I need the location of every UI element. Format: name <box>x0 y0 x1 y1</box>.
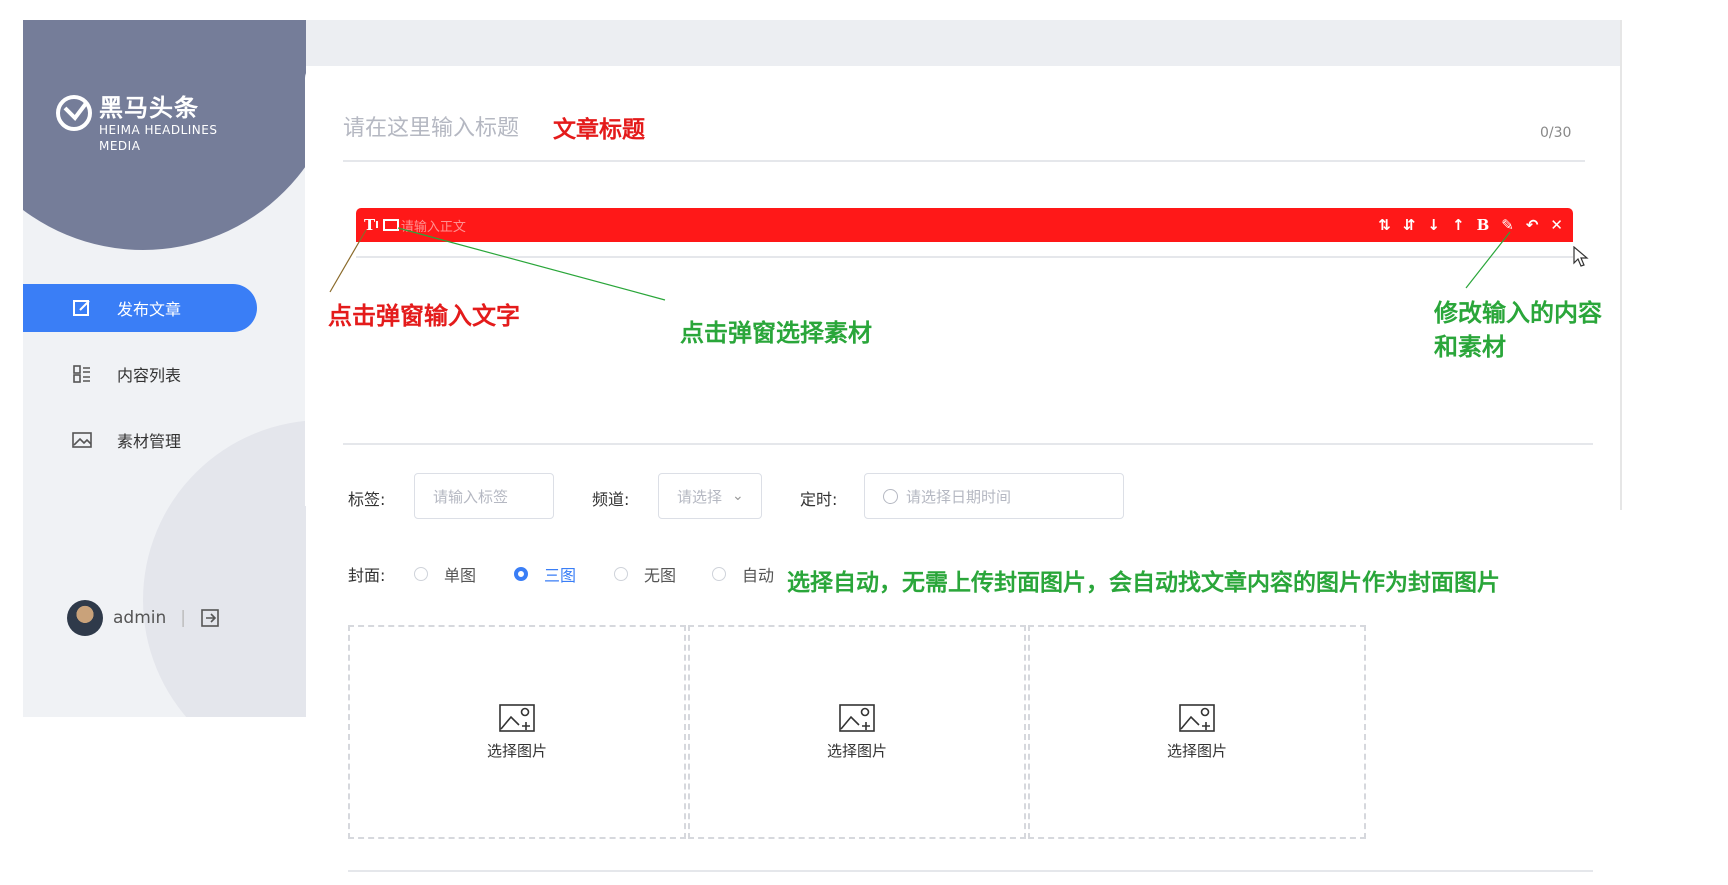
annotation-edit-line2: 和素材 <box>1434 332 1506 361</box>
sidebar-item-label: 素材管理 <box>117 432 182 451</box>
title-input[interactable]: 请在这里输入标题 <box>343 110 519 142</box>
logo-icon <box>56 95 92 131</box>
logout-icon[interactable] <box>200 608 220 628</box>
cover-radio-three[interactable]: 三图 <box>514 562 576 586</box>
close-icon[interactable]: ✕ <box>1550 216 1563 234</box>
tag-input[interactable]: 请输入标签 <box>414 473 554 519</box>
edit-icon[interactable]: ✎ <box>1501 216 1514 234</box>
sort-desc-icon[interactable]: ⇵ <box>1403 216 1416 234</box>
cover-radio-none[interactable]: 无图 <box>614 562 676 586</box>
divider <box>343 160 1585 162</box>
editor-placeholder[interactable]: 请输入正文 <box>401 216 466 235</box>
logo-subtitle: HEIMA HEADLINES <box>99 123 218 137</box>
logo-subtitle-2: MEDIA <box>99 139 141 153</box>
card-border <box>1620 20 1622 510</box>
title-char-count: 0/30 <box>1540 125 1572 141</box>
user-separator: | <box>180 608 187 628</box>
sidebar-item-label: 发布文章 <box>117 300 182 319</box>
datetime-picker[interactable]: 请选择日期时间 <box>864 473 1124 519</box>
cover-upload-box[interactable]: 选择图片 <box>348 625 686 839</box>
undo-icon[interactable]: ↶ <box>1526 216 1539 234</box>
cover-label: 封面: <box>348 566 386 585</box>
toolbar-actions: ⇅ ⇵ ↓ ↑ B ✎ ↶ ✕ <box>1378 216 1563 234</box>
cover-caption: 选择图片 <box>486 741 547 760</box>
sidebar-item-content-list[interactable]: 内容列表 <box>23 350 257 398</box>
radio-icon <box>614 567 628 581</box>
edit-icon <box>73 300 90 316</box>
sidebar-item-material[interactable]: 素材管理 <box>23 416 257 464</box>
top-bar <box>306 20 1621 66</box>
tag-placeholder: 请输入标签 <box>433 487 509 506</box>
cover-upload-box[interactable]: 选择图片 <box>688 625 1026 839</box>
cover-radio-auto[interactable]: 自动 <box>712 562 774 586</box>
sidebar-item-publish[interactable]: 发布文章 <box>23 284 257 332</box>
add-image-icon <box>839 703 875 732</box>
cover-caption: 选择图片 <box>826 741 887 760</box>
tag-label: 标签: <box>348 490 386 509</box>
mouse-cursor-icon <box>1573 246 1589 267</box>
radio-icon <box>712 567 726 581</box>
username: admin <box>113 608 167 628</box>
image-icon <box>72 432 92 448</box>
text-tool-subscript: I <box>375 219 379 231</box>
avatar[interactable] <box>67 600 103 636</box>
channel-select[interactable]: 请选择 ⌄ <box>658 473 762 519</box>
cover-caption: 选择图片 <box>1166 741 1227 760</box>
logo-title: 黑马头条 <box>99 94 199 122</box>
sidebar-bottom-shape <box>143 420 306 717</box>
bold-icon[interactable]: B <box>1477 216 1490 234</box>
radio-icon <box>414 567 428 581</box>
annotation-material-popup: 点击弹窗选择素材 <box>680 318 872 347</box>
title-annotation: 文章标题 <box>553 116 645 143</box>
annotation-text-popup: 点击弹窗输入文字 <box>328 301 520 330</box>
add-image-icon <box>1179 703 1215 732</box>
timer-label: 定时: <box>800 490 838 509</box>
radio-label: 三图 <box>544 566 577 585</box>
arrow-down-icon[interactable]: ↓ <box>1427 216 1440 234</box>
divider <box>343 443 1593 445</box>
radio-label: 单图 <box>444 566 477 585</box>
channel-placeholder: 请选择 <box>677 487 723 506</box>
editor-toolbar: T I 请输入正文 ⇅ ⇵ ↓ ↑ B ✎ ↶ ✕ <box>356 208 1573 242</box>
logo: 黑马头条 HEIMA HEADLINES MEDIA <box>55 94 217 154</box>
timer-placeholder: 请选择日期时间 <box>906 487 1012 506</box>
editor-area[interactable] <box>356 242 1573 258</box>
annotation-auto-cover: 选择自动，无需上传封面图片，会自动找文章内容的图片作为封面图片 <box>787 569 1500 596</box>
sort-asc-icon[interactable]: ⇅ <box>1378 216 1391 234</box>
annotation-edit-line1: 修改输入的内容 <box>1434 298 1602 327</box>
radio-label: 自动 <box>742 566 775 585</box>
sidebar: 黑马头条 HEIMA HEADLINES MEDIA 发布文章 内容列表 素材管… <box>23 20 306 717</box>
radio-label: 无图 <box>644 566 677 585</box>
divider <box>348 870 1593 872</box>
chevron-down-icon: ⌄ <box>732 488 744 504</box>
add-image-icon <box>499 703 535 732</box>
cover-radio-single[interactable]: 单图 <box>414 562 476 586</box>
list-icon <box>73 365 90 383</box>
sidebar-item-label: 内容列表 <box>117 366 182 385</box>
annotation-edit: 修改输入的内容 和素材 <box>1434 296 1602 364</box>
text-tool-icon[interactable]: T <box>364 216 375 234</box>
clock-icon <box>883 488 898 504</box>
user-info: admin | <box>67 600 220 636</box>
radio-checked-icon <box>514 567 528 581</box>
channel-label: 频道: <box>592 490 630 509</box>
image-tool-icon[interactable] <box>382 219 399 231</box>
arrow-up-icon[interactable]: ↑ <box>1452 216 1465 234</box>
cover-upload-box[interactable]: 选择图片 <box>1028 625 1366 839</box>
